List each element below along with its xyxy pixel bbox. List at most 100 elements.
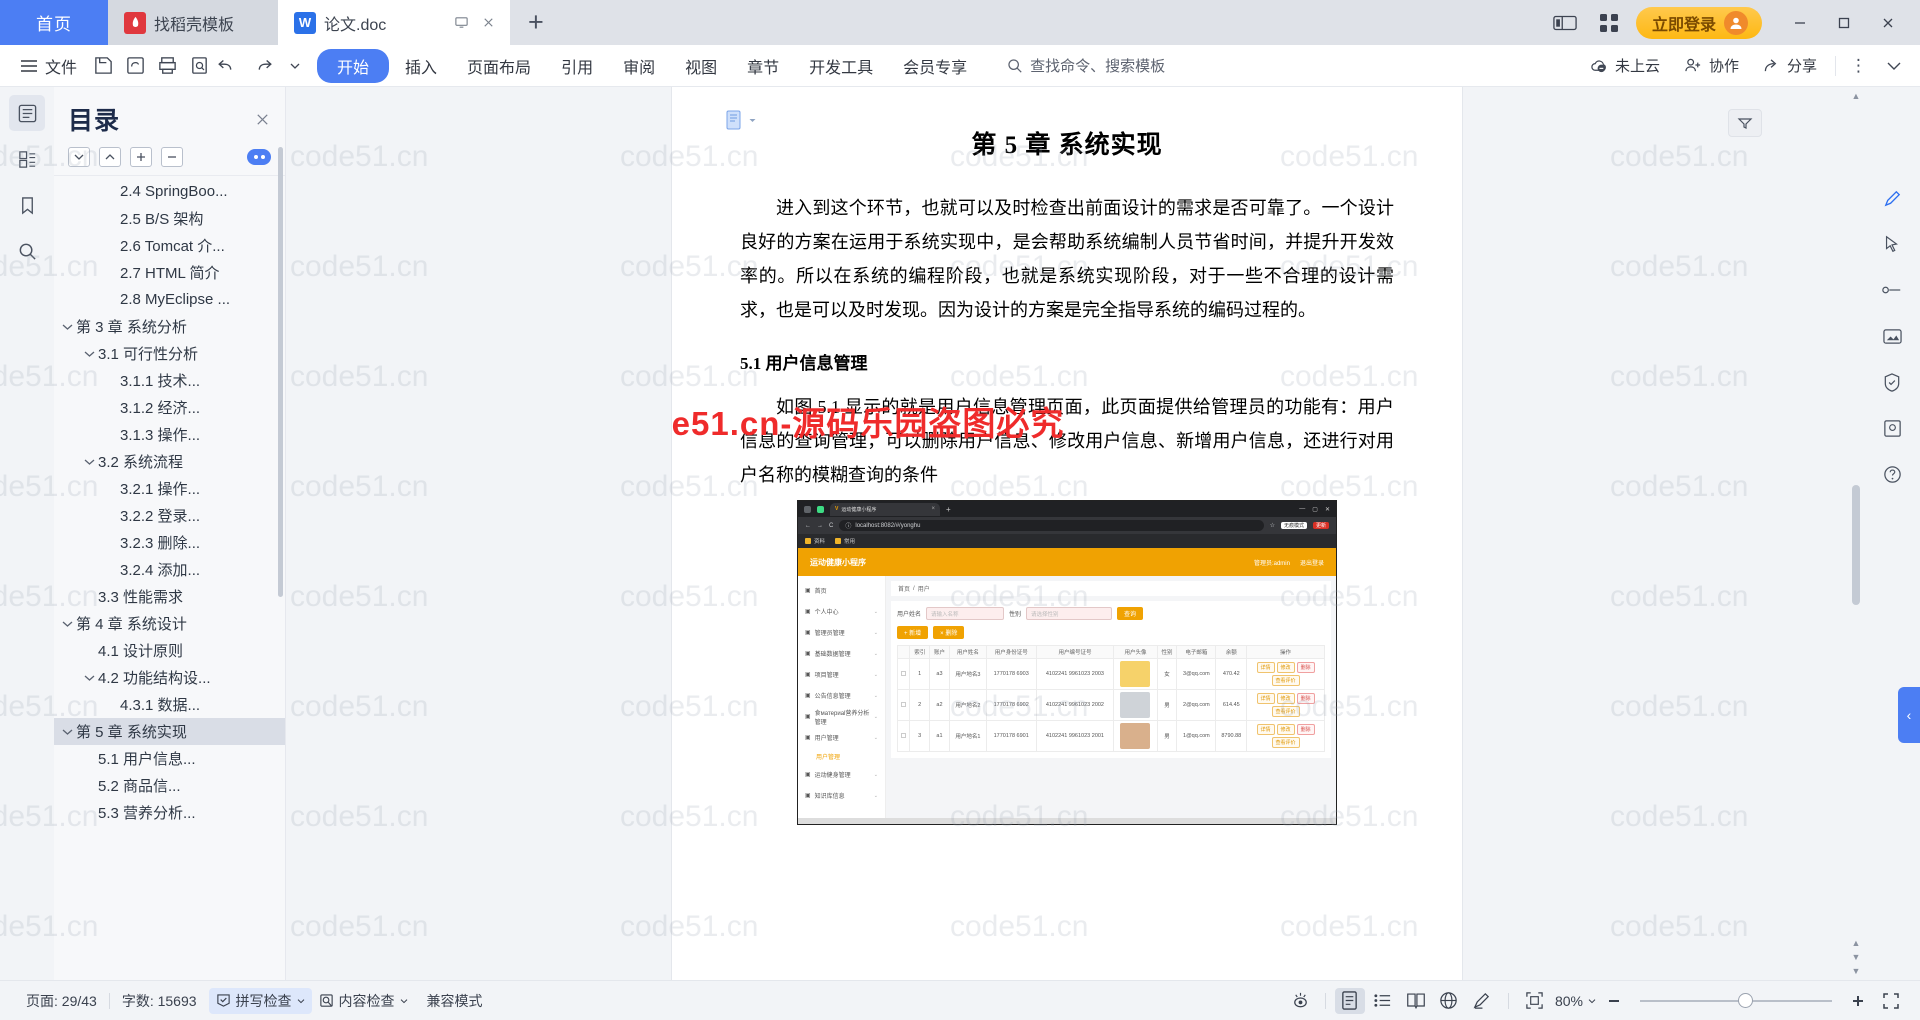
table-row[interactable]: 2 a2 用户地名2 1770178 6902 4102241 9961023 2002… [896,689,1325,721]
ribbon-tab-view[interactable]: 视图 [671,49,731,83]
view-review-button[interactable]: 查看评价 [1271,737,1300,748]
checkbox[interactable] [901,670,907,676]
zoom-out-button[interactable] [1599,988,1629,1014]
toc-item[interactable]: 2.7 HTML 简介 [54,259,285,286]
ribbon-tab-page-layout[interactable]: 页面布局 [453,49,545,83]
chevron-down-icon[interactable] [62,620,76,628]
word-count[interactable]: 字数: 15693 [110,991,209,1011]
chevron-down-icon[interactable] [84,350,98,358]
scroll-down-icon[interactable]: ▼ [1852,966,1861,980]
toc-item[interactable]: 3.3 性能需求 [54,583,285,610]
filter-gender-select[interactable]: 请选择性别 [1026,607,1113,620]
app-menu-item[interactable]: ▣ 运动健身管理 ⌄ [798,764,885,785]
toc-visibility-toggle[interactable] [247,149,271,165]
collaborate-button[interactable]: 协作 [1674,55,1749,76]
quick-access-chevron-icon[interactable] [279,51,311,81]
help-icon[interactable] [1875,459,1909,489]
app-menu-item[interactable]: ▣ 基础数据管理 ⌄ [798,643,885,664]
filter-search-button[interactable]: 查询 [1117,607,1144,620]
share-button[interactable]: 分享 [1753,55,1827,76]
browser-reload-icon[interactable]: C [829,523,833,529]
row-checkbox[interactable] [896,689,911,721]
file-menu-button[interactable]: 文件 [10,54,87,78]
toc-close-icon[interactable] [254,111,271,128]
toc-item[interactable]: 3.2.4 添加... [54,556,285,583]
spell-check-button[interactable]: 拼写检查 [208,987,312,1014]
table-row[interactable]: 1 a3 用户地名3 1770178 6903 4102241 9961023 2003… [896,658,1325,690]
save-as-cloud-icon[interactable] [119,51,151,81]
close-button[interactable] [1868,0,1908,45]
browser-tab-close-icon[interactable]: × [931,506,935,512]
checkbox[interactable] [901,701,907,707]
delete-button[interactable]: 删除 [1296,662,1315,673]
minimize-button[interactable] [1780,0,1820,45]
ribbon-tab-review[interactable]: 审阅 [609,49,669,83]
login-button[interactable]: 立即登录 [1635,6,1762,39]
fit-page-icon[interactable] [1520,988,1550,1014]
toc-item[interactable]: 4.2 功能结构设... [54,664,285,691]
zoom-chevron-down-icon[interactable] [1588,997,1596,1005]
toc-collapse-up-icon[interactable] [99,147,121,167]
bookmark-item[interactable]: 常用 [835,537,855,545]
chevron-down-icon[interactable] [84,674,98,682]
app-menu-item[interactable]: ▣ 公告信息管理 ⌄ [798,685,885,706]
toc-item[interactable]: 4.1 设计原则 [54,637,285,664]
undo-icon[interactable] [215,51,247,81]
delete-button[interactable]: 删除 [1296,724,1315,735]
browser-back-icon[interactable]: ← [805,523,811,529]
toc-item[interactable]: 第 5 章 系统实现 [54,718,285,745]
app-menu-item[interactable]: ▣ 管理员管理 ⌄ [798,622,885,643]
edit-button[interactable]: 修改 [1276,662,1295,673]
scroll-page-down-icon[interactable]: ▼ [1852,952,1861,966]
toc-item[interactable]: 3.2 系统流程 [54,448,285,475]
add-button[interactable]: + 新增 [897,626,929,639]
delete-button[interactable]: × 删除 [933,626,965,639]
browser-close-icon[interactable]: ✕ [1325,506,1330,513]
view-review-button[interactable]: 查看评价 [1271,675,1300,686]
row-checkbox[interactable] [896,658,911,690]
read-view-icon[interactable] [1401,988,1431,1014]
toc-item[interactable]: 第 3 章 系统分析 [54,313,285,340]
toc-item[interactable]: 3.1.2 经济... [54,394,285,421]
app-menu-item[interactable]: ▣ 用户管理 ⌄ [798,727,885,748]
avatar[interactable] [1120,692,1151,718]
home-tab[interactable]: 首页 [0,0,108,45]
app-menu-item[interactable]: ▣ 首页 [798,580,885,601]
chevron-down-icon[interactable] [62,728,76,736]
zoom-in-button[interactable] [1843,988,1873,1014]
split-view-icon[interactable] [1548,8,1582,38]
browser-address-bar[interactable]: ⓘ localhost:8082/#/yonghu [839,520,1264,531]
toc-item[interactable]: 2.8 MyEclipse ... [54,286,285,313]
detail-button[interactable]: 详情 [1256,724,1275,735]
edit-button[interactable]: 修改 [1276,693,1295,704]
search-box[interactable]: 查找命令、搜索模板 [1007,55,1165,76]
app-logout-button[interactable]: 退出登录 [1300,558,1324,567]
ribbon-tab-member[interactable]: 会员专享 [889,49,981,83]
picture-icon[interactable] [1875,321,1909,351]
toc-item[interactable]: 3.1 可行性分析 [54,340,285,367]
browser-maximize-icon[interactable]: ▢ [1312,506,1318,513]
toc-item[interactable]: 5.3 营养分析... [54,799,285,826]
bookmark-item[interactable]: 资料 [805,537,825,545]
browser-minimize-icon[interactable]: — [1299,506,1305,513]
content-check-button[interactable]: 内容检查 [312,988,415,1014]
scroll-track[interactable] [1852,105,1860,938]
outline-view-icon[interactable] [1368,988,1398,1014]
toc-item[interactable]: 4.3.1 数据... [54,691,285,718]
print-icon[interactable] [151,51,183,81]
search-panel-icon[interactable] [9,233,45,269]
redo-icon[interactable] [247,51,279,81]
toc-item[interactable]: 2.6 Tomcat 介... [54,232,285,259]
embedded-browser-tab[interactable]: V 运动健康小程序 × [830,502,940,516]
side-panel-toggle[interactable]: ‹ [1898,687,1920,743]
paragraph-mark-icon[interactable] [724,109,757,131]
detail-button[interactable]: 详情 [1256,693,1275,704]
chevron-down-icon[interactable] [84,458,98,466]
toc-item[interactable]: 3.2.1 操作... [54,475,285,502]
scroll-up-icon[interactable]: ▲ [1852,91,1861,105]
search-input[interactable]: 查找命令、搜索模板 [1030,55,1165,76]
checkbox[interactable] [901,732,907,738]
collapse-ribbon-icon[interactable] [1878,51,1910,81]
ribbon-tab-start[interactable]: 开始 [317,48,390,83]
avatar[interactable] [1120,723,1151,749]
